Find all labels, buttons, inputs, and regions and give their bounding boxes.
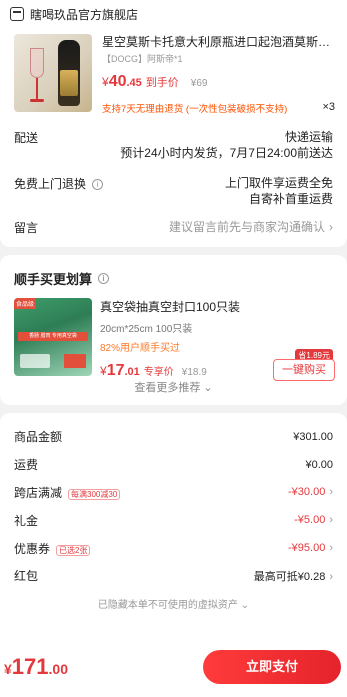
promo-tag: 每满300减30 (68, 488, 121, 500)
free-return-row: 免费上门退换 i 上门取件享运费全免 自寄补首重运费 (0, 175, 347, 207)
free-return-label: 免费上门退换 (14, 177, 87, 191)
remark-input[interactable]: 建议留言前先与商家沟通确认 › (169, 219, 333, 236)
addon-product-title[interactable]: 真空袋抽真空封口100只装 (100, 298, 335, 315)
free-return-line2: 自寄补首重运费 (248, 192, 333, 206)
view-more-link[interactable]: 查看更多推荐 ⌄ (0, 379, 347, 395)
glass-stem (36, 78, 38, 100)
summary-value: 最高可抵¥0.28 › (254, 568, 333, 584)
summary-row-gift[interactable]: 礼金 -¥5.00 › (0, 506, 347, 534)
hidden-assets-note: 已隐藏本单不可使用的虚拟资产 (97, 599, 238, 611)
summary-label: 优惠券 (14, 541, 51, 556)
summary-row-redpacket[interactable]: 红包 最高可抵¥0.28 › (0, 562, 347, 590)
glass-graphic (30, 48, 44, 78)
product-title[interactable]: 星空莫斯卡托意大利原瓶进口起泡酒莫斯卡... (102, 34, 332, 50)
addon-price-integer: 17 (106, 362, 125, 379)
remark-label: 留言 (14, 221, 39, 235)
summary-value: ¥301.00 (293, 430, 333, 443)
summary-value-text: 最高可抵¥0.28 (253, 570, 326, 583)
remark-row[interactable]: 留言 建议留言前先与商家沟通确认 › (0, 219, 347, 236)
total-decimal: .00 (48, 661, 68, 677)
bottle-label (60, 70, 78, 96)
summary-value-text: -¥95.00 (288, 542, 326, 555)
summary-label: 商品金额 (14, 430, 63, 445)
price-integer: 40 (108, 73, 127, 90)
order-summary-card: 商品金额 ¥301.00 运费 ¥0.00 跨店满减 每满300减30 -¥30.… (0, 413, 347, 663)
image-deco (20, 354, 50, 368)
price-decimal: .45 (126, 77, 142, 89)
addon-original-price: ¥18.9 (181, 367, 207, 378)
info-icon[interactable]: i (92, 179, 104, 191)
chevron-down-icon: ⌄ (203, 382, 213, 394)
glass-base (30, 99, 44, 102)
chevron-right-icon: › (329, 514, 333, 527)
view-more-label: 查看更多推荐 (134, 382, 201, 394)
delivery-row: 配送 快递运输 预计24小时内发货，7月7日24:00前送达 (0, 129, 347, 161)
food-grade-badge: 食品级 (14, 298, 37, 309)
addon-title: 顺手买更划算 (14, 272, 93, 287)
product-price: ¥ 40 .45 到手价 ¥69 (102, 73, 337, 91)
image-strip-text: 香肠 腊肉 专用真空袋 (18, 332, 88, 341)
summary-label: 跨店满减 (14, 485, 63, 500)
free-return-line1: 上门取件享运费全免 (224, 176, 333, 190)
summary-row: 商品金额 ¥301.00 (0, 423, 347, 451)
free-return-value: 上门取件享运费全免 自寄补首重运费 (225, 175, 333, 207)
chevron-right-icon: › (329, 486, 333, 499)
price-tag: 到手价 (145, 77, 179, 89)
pay-now-button[interactable]: 立即支付 (203, 650, 341, 684)
product-image[interactable] (14, 34, 92, 112)
summary-value: -¥30.00 › (288, 486, 333, 498)
store-card: 瞎喝玖品官方旗舰店 星空莫斯卡托意大利原瓶进口起泡酒莫斯卡... 【DOCG】阿… (0, 0, 347, 247)
addon-price-decimal: .01 (124, 366, 140, 378)
summary-row: 运费 ¥0.00 (0, 451, 347, 479)
product-item[interactable]: 星空莫斯卡托意大利原瓶进口起泡酒莫斯卡... 【DOCG】阿斯帝*1 ¥ 40 … (0, 28, 347, 115)
summary-value: ¥0.00 (305, 458, 333, 471)
bottle-graphic (58, 40, 80, 106)
one-click-buy-button[interactable]: 一键购买 (273, 359, 335, 381)
free-return-label-wrap: 免费上门退换 i (14, 175, 104, 207)
addon-title-row: 顺手买更划算 i (0, 255, 347, 288)
product-quantity: ×3 (322, 101, 335, 113)
chevron-right-icon: › (329, 570, 333, 583)
checkout-bar: ¥ 171 .00 立即支付 (0, 637, 347, 697)
summary-value-text: -¥30.00 (288, 486, 326, 499)
original-price: ¥69 (190, 78, 208, 89)
summary-row-cross-store[interactable]: 跨店满减 每满300减30 -¥30.00 › (0, 479, 347, 507)
addon-spec: 20cm*25cm 100只装 (100, 324, 193, 335)
summary-row-coupon[interactable]: 优惠券 已选2张 -¥95.00 › (0, 534, 347, 562)
total-symbol: ¥ (4, 661, 12, 677)
delivery-label: 配送 (14, 131, 39, 145)
hidden-assets-toggle[interactable]: 已隐藏本单不可使用的虚拟资产 ⌄ (0, 596, 347, 611)
total-price: ¥ 171 .00 (4, 654, 68, 680)
summary-label: 运费 (14, 458, 39, 473)
addon-product-image[interactable]: 食品级 香肠 腊肉 专用真空袋 (14, 298, 92, 376)
addon-card: 顺手买更划算 i 食品级 香肠 腊肉 专用真空袋 真空袋抽真空封口100只装 2… (0, 255, 347, 405)
delivery-eta: 预计24小时内发货，7月7日24:00前送达 (120, 146, 333, 160)
summary-label-wrap: 优惠券 已选2张 (14, 540, 91, 557)
product-sku: 【DOCG】阿斯帝*1 (102, 54, 183, 64)
delivery-method: 快递运输 (284, 130, 333, 144)
chevron-right-icon: › (329, 542, 333, 555)
total-integer: 171 (11, 654, 49, 679)
delivery-value: 快递运输 预计24小时内发货，7月7日24:00前送达 (120, 129, 333, 161)
addon-price-symbol: ¥ (100, 364, 107, 378)
summary-label: 礼金 (14, 513, 39, 528)
summary-label: 红包 (14, 569, 39, 584)
addon-price-tag: 专享价 (143, 367, 174, 378)
store-name: 瞎喝玖品官方旗舰店 (30, 7, 139, 22)
store-header[interactable]: 瞎喝玖品官方旗舰店 (0, 0, 347, 28)
price-symbol: ¥ (102, 75, 109, 89)
product-info: 星空莫斯卡托意大利原瓶进口起泡酒莫斯卡... 【DOCG】阿斯帝*1 ¥ 40 … (92, 34, 337, 115)
summary-label-wrap: 跨店满减 每满300减30 (14, 484, 121, 501)
info-icon[interactable]: i (98, 273, 110, 284)
store-icon (10, 7, 24, 21)
chevron-right-icon: › (329, 220, 333, 234)
return-policy-note: 支持7天无理由退货 (一次性包装破损不支持) (102, 104, 288, 115)
summary-value-text: -¥5.00 (294, 514, 326, 527)
remark-placeholder: 建议留言前先与商家沟通确认 (168, 220, 325, 234)
summary-value: -¥95.00 › (288, 542, 333, 554)
chevron-down-icon: ⌄ (240, 599, 250, 611)
coupon-tag: 已选2张 (56, 544, 91, 556)
summary-value: -¥5.00 › (294, 514, 333, 526)
image-deco-red (64, 354, 86, 368)
